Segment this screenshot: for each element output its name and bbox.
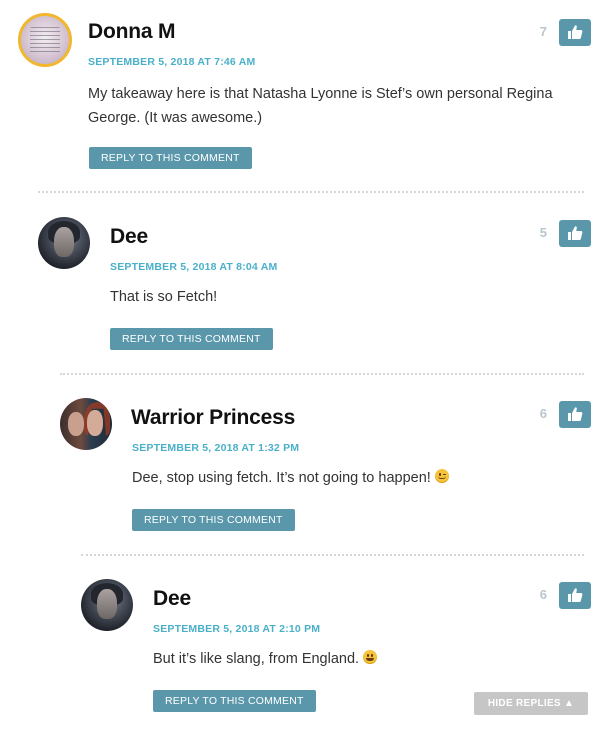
reply-button[interactable]: REPLY TO THIS COMMENT: [153, 690, 316, 712]
dee-avatar[interactable]: [38, 217, 90, 269]
comment-author[interactable]: Donna M: [88, 20, 175, 44]
like-button[interactable]: [559, 582, 591, 609]
reply-button[interactable]: REPLY TO THIS COMMENT: [110, 328, 273, 350]
like-count: 6: [539, 587, 547, 602]
comment-date[interactable]: SEPTEMBER 5, 2018 AT 7:46 AM: [88, 56, 255, 68]
comment-date[interactable]: SEPTEMBER 5, 2018 AT 1:32 PM: [132, 442, 299, 454]
comment-divider: [38, 191, 584, 193]
comment-author[interactable]: Dee: [153, 587, 191, 611]
hide-replies-button[interactable]: HIDE REPLIES ▲: [474, 692, 588, 715]
comment-text: Dee, stop using fetch. It’s not going to…: [132, 466, 602, 490]
thumbs-up-icon: [568, 25, 583, 39]
warrior-princess-avatar[interactable]: [60, 398, 112, 450]
reply-button[interactable]: REPLY TO THIS COMMENT: [89, 147, 252, 169]
comment-date[interactable]: SEPTEMBER 5, 2018 AT 8:04 AM: [110, 261, 277, 273]
comment-divider: [60, 373, 584, 375]
wink-emoji-icon: [434, 469, 449, 483]
comment-author[interactable]: Warrior Princess: [131, 406, 295, 430]
comment-date[interactable]: SEPTEMBER 5, 2018 AT 2:10 PM: [153, 623, 320, 635]
comment-text-body: But it’s like slang, from England.: [153, 651, 360, 667]
like-count: 7: [539, 24, 547, 39]
like-button[interactable]: [559, 220, 591, 247]
dee-avatar[interactable]: [81, 579, 133, 631]
thumbs-up-icon: [568, 588, 583, 602]
reply-button[interactable]: REPLY TO THIS COMMENT: [132, 509, 295, 531]
comment-text-body: Dee, stop using fetch. It’s not going to…: [132, 470, 431, 486]
donna-avatar[interactable]: [18, 13, 72, 67]
comment-text: That is so Fetch!: [110, 289, 218, 305]
thumbs-up-icon: [568, 226, 583, 240]
like-button[interactable]: [559, 19, 591, 46]
like-count: 5: [539, 225, 547, 240]
comment-author[interactable]: Dee: [110, 225, 148, 249]
comment-text: My takeaway here is that Natasha Lyonne …: [88, 86, 553, 126]
comment-text: But it’s like slang, from England.: [153, 647, 605, 671]
thumbs-up-icon: [568, 407, 583, 421]
comment-divider: [81, 554, 584, 556]
like-count: 6: [539, 406, 547, 421]
like-button[interactable]: [559, 401, 591, 428]
grin-emoji-icon: [363, 650, 378, 664]
